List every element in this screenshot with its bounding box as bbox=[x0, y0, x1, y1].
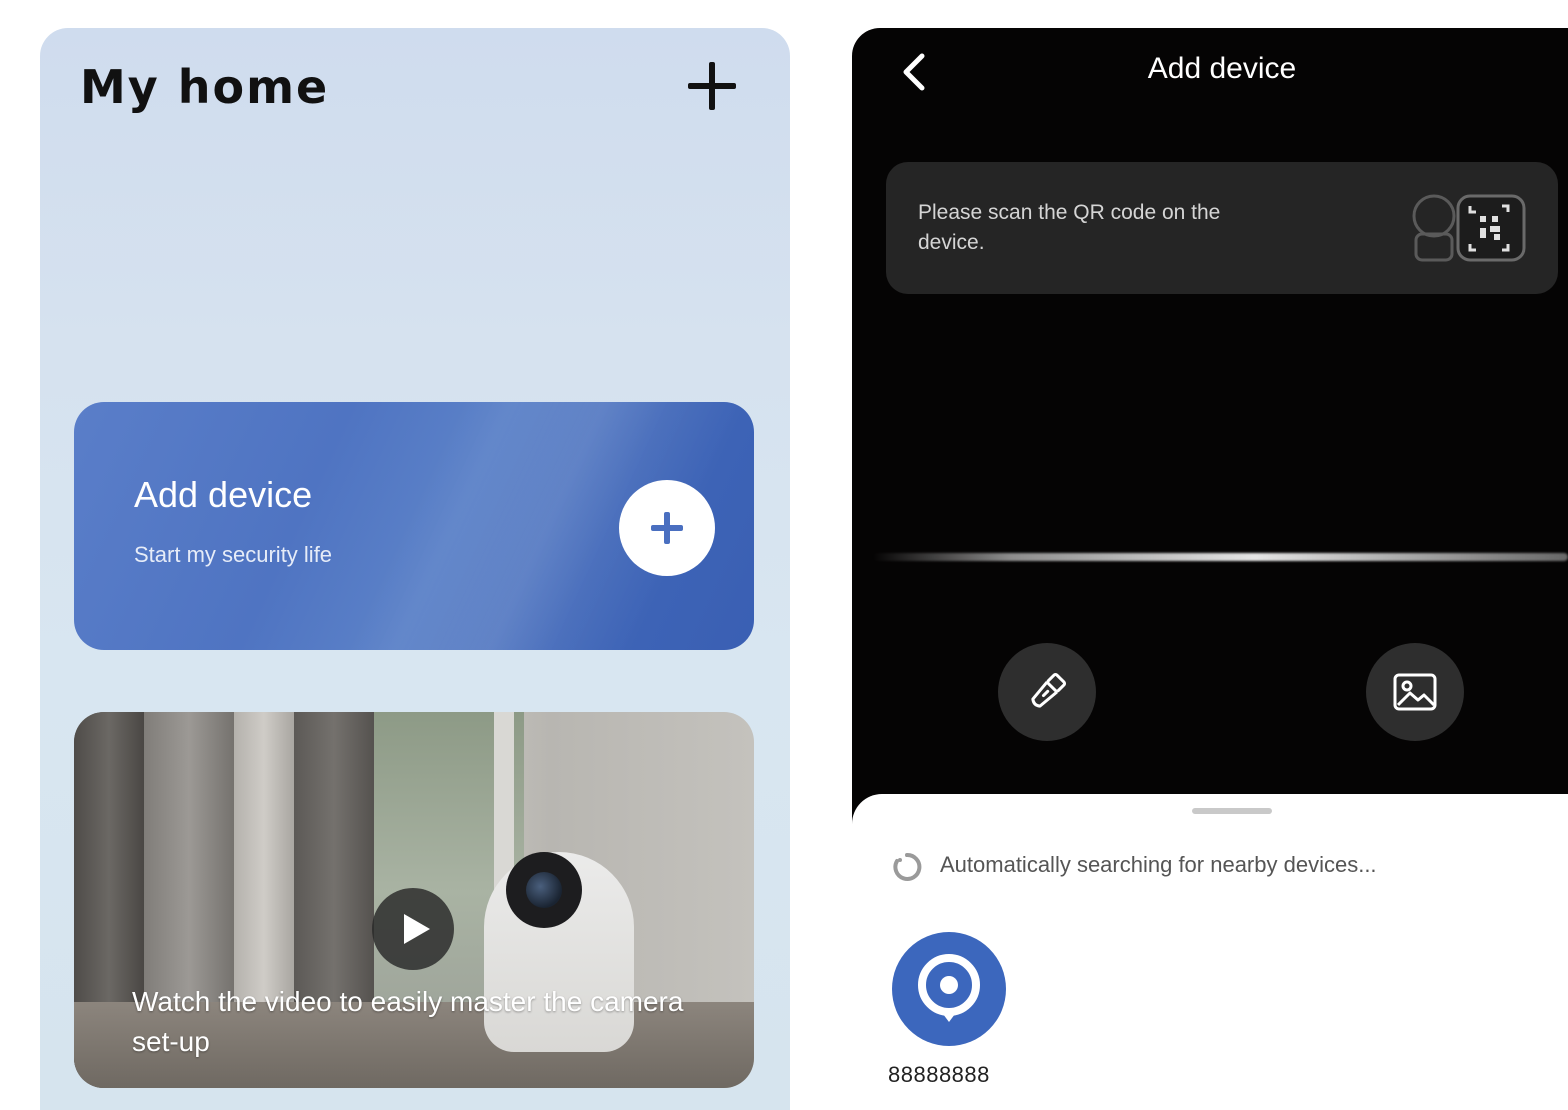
camera-lens bbox=[526, 872, 562, 908]
page-title: Add device bbox=[1147, 52, 1297, 85]
loading-icon bbox=[893, 852, 922, 881]
camera-qr-icon bbox=[1400, 190, 1530, 266]
page-title: My home bbox=[80, 60, 330, 114]
plus-icon[interactable] bbox=[686, 60, 738, 112]
scan-screen: Add device Please scan the QR code on th… bbox=[852, 28, 1568, 1110]
camera-device-icon bbox=[892, 932, 1006, 1046]
qr-hint-card: Please scan the QR code on the device. bbox=[886, 162, 1558, 294]
flashlight-button[interactable] bbox=[998, 643, 1096, 741]
add-device-card-title: Add device bbox=[134, 474, 313, 515]
add-device-plus-button[interactable] bbox=[619, 480, 715, 576]
nearby-device-item[interactable]: 88888888 bbox=[888, 932, 1018, 1102]
play-button[interactable] bbox=[372, 888, 454, 970]
tutorial-video-card[interactable]: Watch the video to easily master the cam… bbox=[74, 712, 754, 1088]
device-name: 88888888 bbox=[888, 1062, 990, 1087]
home-screen: My home Add device Start my security lif… bbox=[40, 28, 790, 1110]
nearby-devices-sheet: Automatically searching for nearby devic… bbox=[852, 794, 1568, 1110]
searching-text: Automatically searching for nearby devic… bbox=[940, 852, 1377, 877]
video-caption: Watch the video to easily master the cam… bbox=[132, 986, 684, 1057]
flashlight-icon bbox=[1031, 672, 1067, 708]
gallery-button[interactable] bbox=[1366, 643, 1464, 741]
add-device-card-subtitle: Start my security life bbox=[134, 542, 333, 567]
image-icon bbox=[1393, 673, 1437, 711]
qr-hint-text: Please scan the QR code on the device. bbox=[918, 201, 1221, 254]
sheet-drag-handle[interactable] bbox=[1192, 808, 1272, 814]
add-device-card[interactable]: Add device Start my security life bbox=[74, 402, 754, 650]
scan-line bbox=[872, 553, 1568, 561]
